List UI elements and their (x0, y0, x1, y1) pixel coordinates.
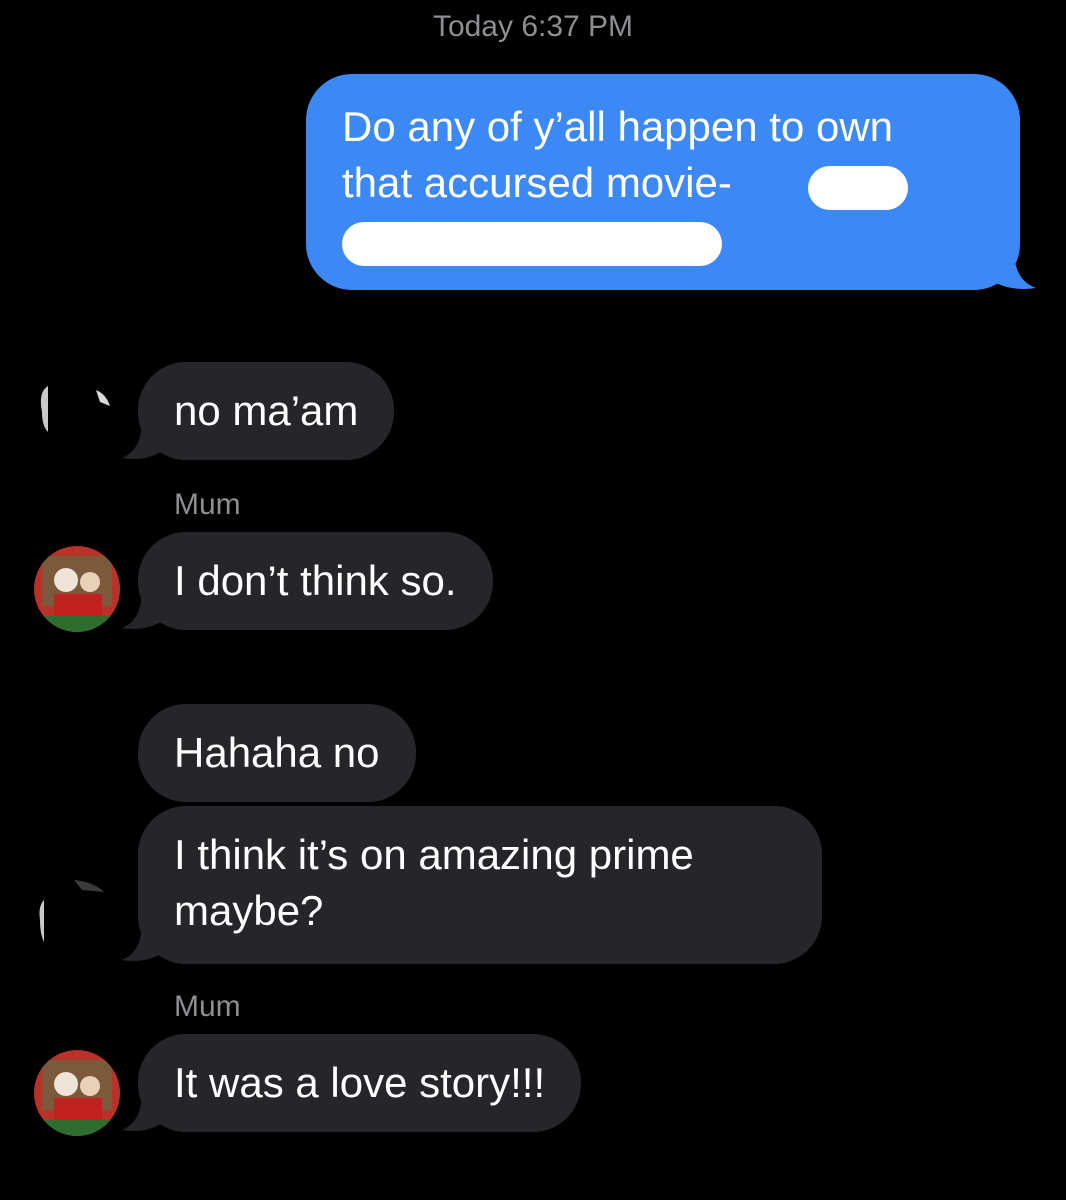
incoming-message-text: Hahaha no (174, 729, 380, 776)
incoming-message-text: no ma’am (174, 387, 359, 434)
incoming-bubble-tail (122, 420, 164, 459)
contact-avatar[interactable] (34, 876, 120, 962)
sender-name: Mum (174, 990, 241, 1023)
incoming-bubble-tail (122, 922, 164, 961)
incoming-message-text: It was a love story!!! (174, 1059, 546, 1106)
outgoing-message-line-2-text: that accursed movie- (342, 159, 732, 206)
incoming-message-bubble[interactable]: It was a love story!!! (138, 1034, 582, 1132)
incoming-message-line-1: I think it’s on amazing prime (174, 831, 694, 878)
contact-avatar-mum[interactable] (34, 1050, 120, 1136)
contact-avatar[interactable] (34, 372, 120, 458)
incoming-message-bubble[interactable]: I think it’s on amazing prime maybe? (138, 806, 822, 964)
outgoing-message-line-1: Do any of y’all happen to own (342, 103, 894, 150)
sender-name: Mum (174, 488, 241, 521)
contact-avatar-mum[interactable] (34, 546, 120, 632)
incoming-message-bubble[interactable]: Hahaha no (138, 704, 416, 802)
redaction-scribble (808, 166, 908, 210)
message-timestamp: Today 6:37 PM (432, 10, 634, 43)
incoming-bubble-tail (122, 590, 164, 629)
incoming-message-bubble[interactable]: no ma’am (138, 362, 395, 460)
incoming-message-line-2: maybe? (174, 887, 324, 934)
incoming-message-text: I don’t think so. (174, 557, 457, 604)
redaction-scribble (342, 222, 722, 266)
incoming-message-bubble[interactable]: I don’t think so. (138, 532, 493, 630)
outgoing-bubble-tail (990, 250, 1036, 289)
incoming-bubble-tail (122, 1092, 164, 1131)
